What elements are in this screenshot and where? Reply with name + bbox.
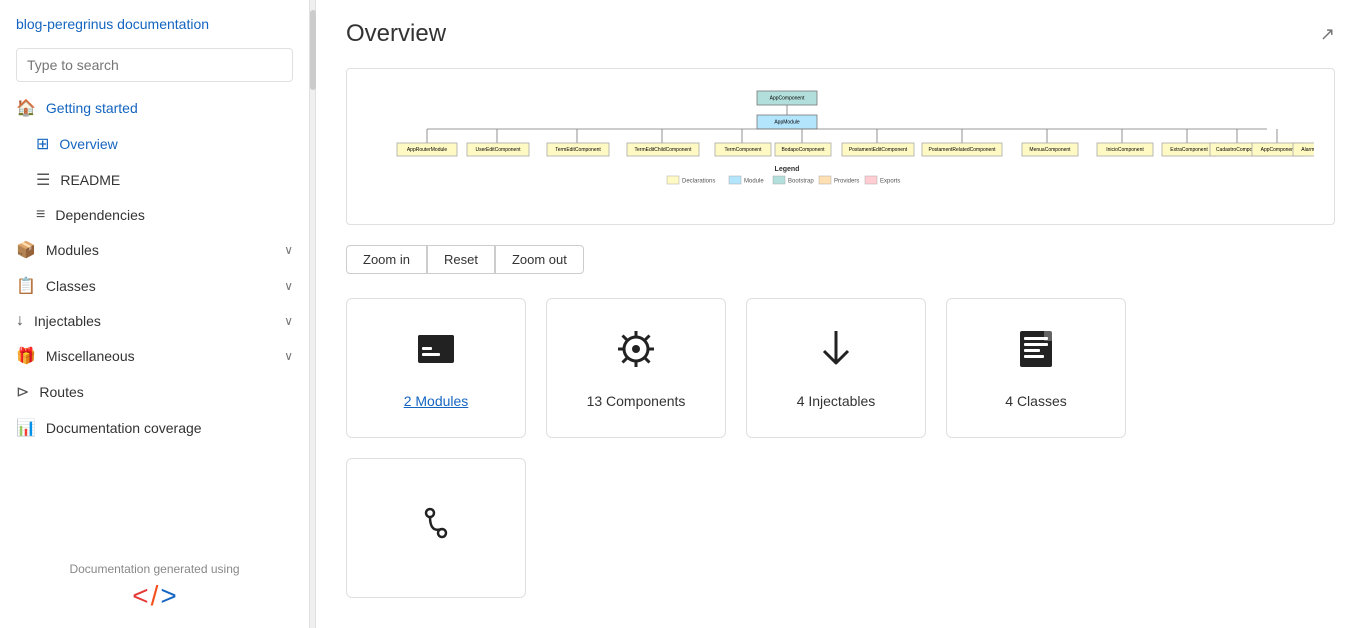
scrollbar-thumb[interactable] <box>310 10 316 90</box>
diagram-svg: AppComponent AppModule AppRouterModule <box>367 89 1314 204</box>
logo-gt: > <box>160 580 176 612</box>
injectables-card[interactable]: 4 Injectables <box>746 298 926 438</box>
svg-text:Declarations: Declarations <box>682 179 715 185</box>
sidebar-footer: Documentation generated using < / > <box>0 546 309 628</box>
svg-text:TermComponent: TermComponent <box>725 147 763 153</box>
zoom-out-button[interactable]: Zoom out <box>495 245 584 274</box>
classes-card[interactable]: 4 Classes <box>946 298 1126 438</box>
svg-text:InicioComponent: InicioComponent <box>1106 147 1144 153</box>
svg-text:AppModule: AppModule <box>774 119 800 125</box>
svg-text:Legend: Legend <box>775 166 800 173</box>
readme-icon: ☰ <box>36 170 50 190</box>
page-title: Overview <box>346 20 446 48</box>
logo-lt: < <box>132 580 148 612</box>
svg-text:PostamentEditComponent: PostamentEditComponent <box>849 147 908 153</box>
module-diagram: AppComponent AppModule AppRouterModule <box>367 89 1314 199</box>
sidebar-item-readme[interactable]: ☰ README <box>0 162 309 198</box>
expand-icon[interactable]: ↗ <box>1320 24 1335 45</box>
components-card-label: 13 Components <box>587 393 686 409</box>
classes-card-label: 4 Classes <box>1005 393 1066 409</box>
svg-text:ExtraComponent: ExtraComponent <box>1170 147 1208 153</box>
svg-text:BodapoComponent: BodapoComponent <box>781 147 825 153</box>
injectables-icon: ↓ <box>16 312 24 330</box>
reset-button[interactable]: Reset <box>427 245 495 274</box>
sidebar-title[interactable]: blog-peregrinus documentation <box>0 0 309 40</box>
main-content: Overview ↗ AppComponent AppModule <box>316 0 1365 628</box>
sidebar-logo: < / > <box>16 580 293 612</box>
svg-text:AppRouterModule: AppRouterModule <box>407 147 448 153</box>
components-card-icon <box>614 327 658 381</box>
sidebar-item-modules[interactable]: 📦 Modules ∨ <box>0 232 309 268</box>
zoom-controls: Zoom in Reset Zoom out <box>346 245 1335 274</box>
sidebar-item-miscellaneous[interactable]: 🎁 Miscellaneous ∨ <box>0 338 309 374</box>
modules-card-label: 2 Modules <box>404 393 469 409</box>
sidebar-item-doc-coverage[interactable]: 📊 Documentation coverage <box>0 410 309 446</box>
svg-text:Module: Module <box>744 179 764 185</box>
components-card[interactable]: 13 Components <box>546 298 726 438</box>
svg-text:MenuaComponent: MenuaComponent <box>1029 147 1071 153</box>
svg-text:Providers: Providers <box>834 179 859 185</box>
scrollbar-track[interactable] <box>310 0 316 628</box>
classes-card-icon <box>1014 327 1058 381</box>
svg-text:AppComponent: AppComponent <box>770 95 805 101</box>
routes-icon: ⊳ <box>16 382 29 402</box>
home-icon: 🏠 <box>16 98 36 118</box>
svg-text:AlarmsComponent: AlarmsComponent <box>1301 147 1314 153</box>
svg-text:Exports: Exports <box>880 179 900 185</box>
chevron-down-icon: ∨ <box>284 243 293 257</box>
svg-text:TermEditComponent: TermEditComponent <box>555 147 601 153</box>
chevron-down-icon-classes: ∨ <box>284 279 293 293</box>
sidebar-item-dependencies[interactable]: ≡ Dependencies <box>0 198 309 232</box>
sidebar-item-classes[interactable]: 📋 Classes ∨ <box>0 268 309 304</box>
injectables-card-icon <box>814 327 858 381</box>
zoom-in-button[interactable]: Zoom in <box>346 245 427 274</box>
misc-icon: 🎁 <box>16 346 36 366</box>
chevron-down-icon-injectables: ∨ <box>284 314 293 328</box>
sidebar-item-overview[interactable]: ⊞ Overview <box>0 126 309 162</box>
grid-icon: ⊞ <box>36 134 49 154</box>
logo-slash: / <box>151 580 159 612</box>
sidebar-item-getting-started[interactable]: 🏠 Getting started <box>0 90 309 126</box>
injectables-card-label: 4 Injectables <box>797 393 876 409</box>
sidebar-item-routes[interactable]: ⊳ Routes <box>0 374 309 410</box>
modules-icon: 📦 <box>16 240 36 260</box>
routes-row <box>346 458 1335 598</box>
modules-card-icon <box>414 327 458 381</box>
sidebar: blog-peregrinus documentation 🏠 Getting … <box>0 0 310 628</box>
dependencies-icon: ≡ <box>36 206 45 224</box>
svg-text:TermEditChildComponent: TermEditChildComponent <box>635 147 693 153</box>
sidebar-item-injectables[interactable]: ↓ Injectables ∨ <box>0 304 309 338</box>
chevron-down-icon-misc: ∨ <box>284 349 293 363</box>
svg-text:UserEditComponent: UserEditComponent <box>475 147 521 153</box>
nav-section: 🏠 Getting started ⊞ Overview ☰ README ≡ … <box>0 90 309 446</box>
search-input[interactable] <box>16 48 293 82</box>
modules-card[interactable]: 2 Modules <box>346 298 526 438</box>
svg-text:Bootstrap: Bootstrap <box>788 179 814 185</box>
doc-coverage-icon: 📊 <box>16 418 36 438</box>
svg-text:AppComponent: AppComponent <box>1261 147 1296 153</box>
cards-grid: 2 Modules 13 Components <box>346 298 1335 438</box>
diagram-container: AppComponent AppModule AppRouterModule <box>346 68 1335 225</box>
classes-icon: 📋 <box>16 276 36 296</box>
routes-card[interactable] <box>346 458 526 598</box>
svg-text:PostamentRelatedComponent: PostamentRelatedComponent <box>929 147 997 153</box>
routes-card-icon <box>414 501 458 555</box>
